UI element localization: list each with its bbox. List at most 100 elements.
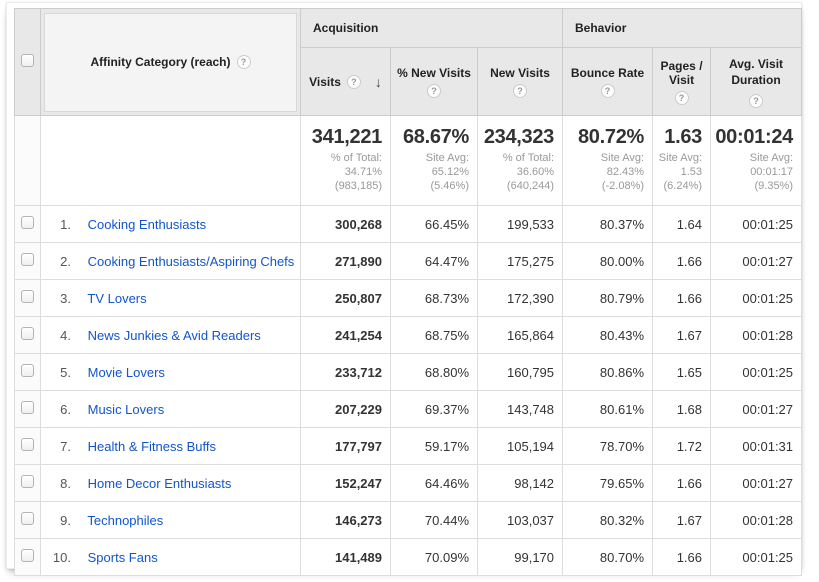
column-header-bounce-rate[interactable]: Bounce Rate ? [563, 48, 653, 116]
table-row: 10. Sports Fans 141,489 70.09% 99,170 80… [15, 539, 802, 576]
new-visits-cell: 199,533 [478, 206, 563, 243]
row-rank: 3. [45, 291, 71, 306]
help-icon[interactable]: ? [513, 84, 527, 98]
column-header-new-visits[interactable]: New Visits ? [478, 48, 563, 116]
row-checkbox[interactable] [21, 253, 34, 266]
category-link[interactable]: Sports Fans [88, 550, 158, 565]
help-icon[interactable]: ? [601, 84, 615, 98]
avg-visit-duration-cell: 00:01:25 [711, 206, 802, 243]
row-checkbox[interactable] [21, 438, 34, 451]
category-link[interactable]: Movie Lovers [88, 365, 165, 380]
column-label: Bounce Rate [571, 66, 644, 80]
group-header-acquisition: Acquisition [301, 9, 563, 48]
visits-cell: 271,890 [301, 243, 391, 280]
row-checkbox-cell [15, 502, 41, 539]
bounce-rate-cell: 79.65% [563, 465, 653, 502]
row-checkbox-cell [15, 465, 41, 502]
bounce-rate-cell: 80.70% [563, 539, 653, 576]
data-rows: 1. Cooking Enthusiasts 300,268 66.45% 19… [15, 206, 802, 576]
row-rank: 5. [45, 365, 71, 380]
category-link[interactable]: Health & Fitness Buffs [88, 439, 216, 454]
visits-cell: 207,229 [301, 391, 391, 428]
column-label: New Visits [490, 66, 550, 80]
visits-cell: 241,254 [301, 317, 391, 354]
row-checkbox[interactable] [21, 364, 34, 377]
row-checkbox[interactable] [21, 549, 34, 562]
row-checkbox-cell [15, 539, 41, 576]
category-link[interactable]: Home Decor Enthusiasts [88, 476, 232, 491]
summary-dimension-cell [41, 116, 301, 206]
summary-subtext: % of Total: 36.60% (640,244) [480, 151, 554, 193]
category-link[interactable]: Cooking Enthusiasts [88, 217, 207, 232]
pages-visit-cell: 1.64 [653, 206, 711, 243]
category-cell: 6. Music Lovers [41, 391, 301, 428]
group-label: Acquisition [313, 21, 378, 35]
visits-cell: 233,712 [301, 354, 391, 391]
summary-subtext: % of Total: 34.71% (983,185) [303, 151, 382, 193]
avg-visit-duration-cell: 00:01:25 [711, 280, 802, 317]
help-icon[interactable]: ? [675, 91, 689, 105]
row-checkbox[interactable] [21, 475, 34, 488]
column-label: Avg. Visit Duration [715, 56, 797, 88]
pct-new-visits-cell: 59.17% [391, 428, 478, 465]
select-all-header-cell [15, 9, 41, 116]
category-link[interactable]: Technophiles [87, 513, 163, 528]
pages-visit-cell: 1.66 [653, 539, 711, 576]
summary-row: 341,221 % of Total: 34.71% (983,185) 68.… [15, 116, 802, 206]
column-header-pct-new-visits[interactable]: % New Visits ? [391, 48, 478, 116]
category-link[interactable]: Music Lovers [88, 402, 165, 417]
table-row: 9. Technophiles 146,273 70.44% 103,037 8… [15, 502, 802, 539]
row-checkbox-cell [15, 317, 41, 354]
pages-visit-cell: 1.66 [653, 243, 711, 280]
pages-visit-cell: 1.66 [653, 465, 711, 502]
new-visits-cell: 103,037 [478, 502, 563, 539]
category-link[interactable]: Cooking Enthusiasts/Aspiring Chefs [88, 254, 295, 269]
new-visits-cell: 160,795 [478, 354, 563, 391]
column-header-visits[interactable]: Visits ? ↓ [301, 48, 391, 116]
pct-new-visits-cell: 70.44% [391, 502, 478, 539]
column-header-pages-visit[interactable]: Pages / Visit ? [653, 48, 711, 116]
row-checkbox[interactable] [21, 216, 34, 229]
avg-visit-duration-cell: 00:01:28 [711, 317, 802, 354]
row-checkbox[interactable] [21, 290, 34, 303]
row-checkbox[interactable] [21, 327, 34, 340]
pct-new-visits-cell: 68.73% [391, 280, 478, 317]
help-icon[interactable]: ? [427, 84, 441, 98]
pct-new-visits-cell: 69.37% [391, 391, 478, 428]
row-checkbox[interactable] [21, 401, 34, 414]
pages-visit-cell: 1.72 [653, 428, 711, 465]
help-icon[interactable]: ? [749, 94, 763, 108]
row-checkbox[interactable] [21, 512, 34, 525]
visits-cell: 141,489 [301, 539, 391, 576]
select-all-checkbox[interactable] [21, 54, 34, 67]
avg-visit-duration-cell: 00:01:27 [711, 243, 802, 280]
help-icon[interactable]: ? [347, 75, 361, 89]
category-cell: 7. Health & Fitness Buffs [41, 428, 301, 465]
category-cell: 1. Cooking Enthusiasts [41, 206, 301, 243]
pct-new-visits-cell: 66.45% [391, 206, 478, 243]
visits-cell: 177,797 [301, 428, 391, 465]
column-header-avg-visit-duration[interactable]: Avg. Visit Duration ? [711, 48, 802, 116]
pages-visit-cell: 1.66 [653, 280, 711, 317]
bounce-rate-cell: 80.37% [563, 206, 653, 243]
visits-cell: 250,807 [301, 280, 391, 317]
summary-value: 00:01:24 [713, 126, 793, 148]
pct-new-visits-cell: 64.46% [391, 465, 478, 502]
summary-value: 80.72% [565, 126, 644, 148]
help-icon[interactable]: ? [237, 55, 251, 69]
bounce-rate-cell: 80.43% [563, 317, 653, 354]
avg-visit-duration-cell: 00:01:25 [711, 539, 802, 576]
summary-bounce-rate: 80.72% Site Avg: 82.43% (-2.08%) [563, 116, 653, 206]
dimension-header[interactable]: Affinity Category (reach) ? [44, 13, 297, 112]
category-link[interactable]: News Junkies & Avid Readers [88, 328, 261, 343]
sort-descending-icon: ↓ [375, 74, 382, 90]
table-row: 2. Cooking Enthusiasts/Aspiring Chefs 27… [15, 243, 802, 280]
group-header-row: Affinity Category (reach) ? Acquisition … [15, 9, 802, 48]
row-checkbox-cell [15, 206, 41, 243]
summary-value: 341,221 [303, 126, 382, 148]
bounce-rate-cell: 80.86% [563, 354, 653, 391]
row-checkbox-cell [15, 428, 41, 465]
category-link[interactable]: TV Lovers [87, 291, 146, 306]
summary-new-visits: 234,323 % of Total: 36.60% (640,244) [478, 116, 563, 206]
table-row: 3. TV Lovers 250,807 68.73% 172,390 80.7… [15, 280, 802, 317]
